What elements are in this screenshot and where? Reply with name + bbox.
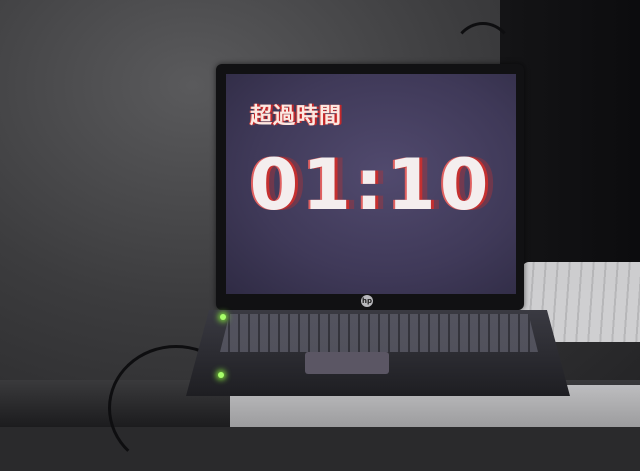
photo-scene: 超過時間 01:10 hp <box>0 0 640 471</box>
overtime-label: 超過時間 <box>250 104 343 129</box>
countdown-timer: 01:10 <box>249 144 493 226</box>
hp-logo: hp <box>361 295 373 307</box>
power-led-icon <box>218 372 224 378</box>
touchpad <box>305 352 389 374</box>
laptop-screen: 超過時間 01:10 <box>226 74 516 294</box>
status-led-icon <box>220 314 226 320</box>
laptop-keyboard <box>220 314 538 352</box>
